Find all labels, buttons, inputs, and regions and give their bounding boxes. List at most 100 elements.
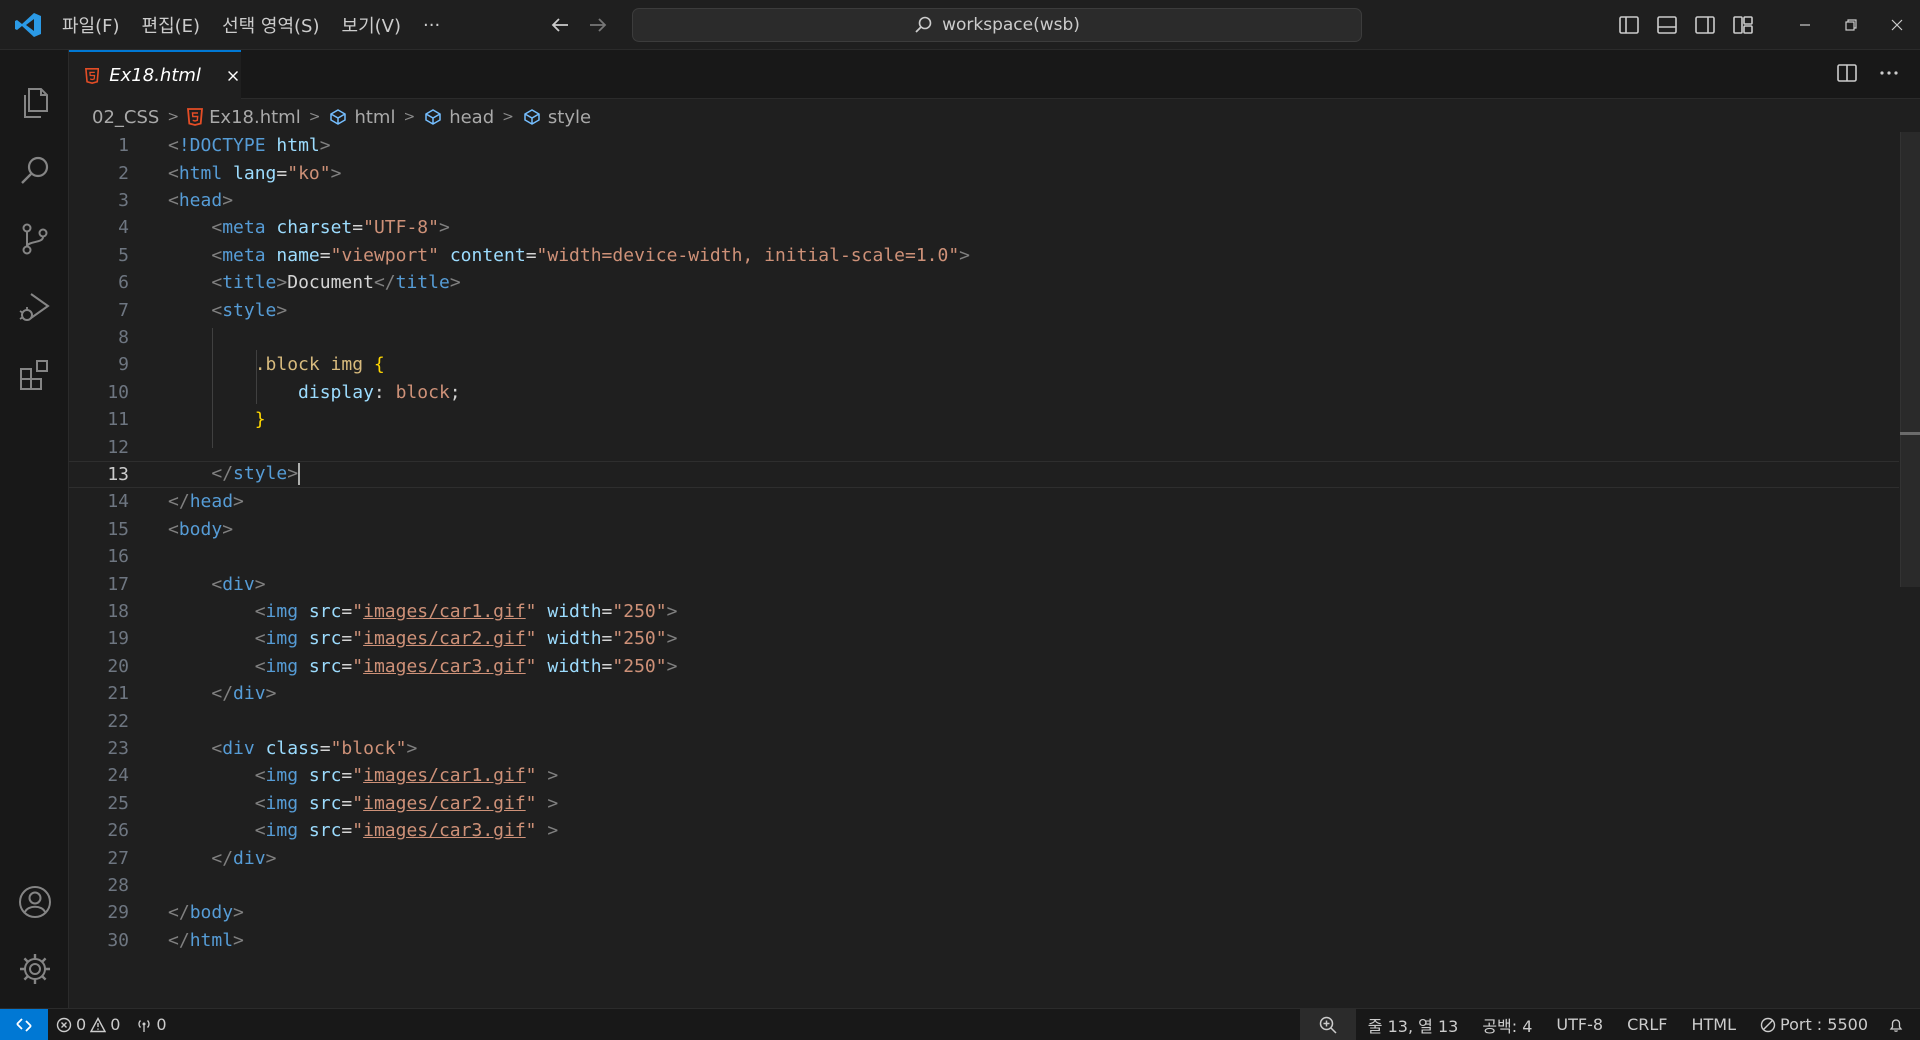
code-line: 27 </div> (69, 844, 1899, 871)
explorer-button[interactable] (0, 71, 69, 135)
remote-indicator-button[interactable] (0, 1008, 48, 1040)
language-mode[interactable]: HTML (1679, 1015, 1748, 1034)
code-text: Document (287, 272, 374, 294)
breadcrumb-folder[interactable]: 02_CSS (92, 107, 159, 128)
cursor-position[interactable]: 줄 13, 열 13 (1356, 1013, 1471, 1037)
breadcrumb-style[interactable]: style (522, 107, 591, 128)
line-number: 14 (107, 491, 129, 513)
line-number: 12 (107, 436, 129, 458)
breadcrumb-file[interactable]: Ex18.html (187, 107, 301, 128)
line-number: 8 (118, 326, 129, 348)
html-file-icon (187, 108, 204, 126)
current-code-line: 13 </style> (69, 460, 1899, 489)
line-number: 2 (118, 162, 129, 184)
code-link[interactable]: images/car3.gif (363, 820, 526, 841)
accounts-button[interactable] (0, 870, 69, 934)
html-file-icon (85, 67, 100, 84)
toggle-panel-icon[interactable] (1656, 14, 1678, 36)
customize-layout-icon[interactable] (1732, 14, 1754, 36)
breadcrumb: 02_CSS > Ex18.html > html > head > style (92, 104, 591, 130)
toggle-primary-sidebar-icon[interactable] (1618, 14, 1640, 36)
zoom-button[interactable] (1299, 1009, 1356, 1040)
back-arrow-icon[interactable] (548, 13, 572, 37)
activity-bar (0, 50, 69, 1008)
warning-count: 0 (110, 1015, 121, 1034)
ports-indicator[interactable]: 0 (128, 1015, 174, 1034)
code-line: 25 <img src="images/car2.gif" > (69, 790, 1899, 817)
vscode-logo-icon[interactable] (14, 12, 42, 38)
code-line: 24 <img src="images/car1.gif" > (69, 762, 1899, 789)
code-line: 3 <head> (69, 187, 1899, 214)
minimize-button[interactable] (1782, 0, 1828, 50)
problems-indicator[interactable]: 0 0 (48, 1015, 128, 1034)
code-string: "viewport" (330, 244, 439, 266)
code-link[interactable]: images/car2.gif (363, 628, 526, 649)
code-line: 29 </body> (69, 899, 1899, 926)
notifications-button[interactable] (1880, 1017, 1920, 1033)
more-actions-icon[interactable] (1878, 62, 1900, 84)
extensions-button[interactable] (0, 343, 69, 407)
tab-ex18-html[interactable]: Ex18.html (69, 50, 241, 99)
menu-file[interactable]: 파일(F) (62, 12, 120, 38)
restore-icon (1845, 19, 1857, 31)
line-number: 11 (107, 409, 129, 431)
forward-arrow-icon[interactable] (586, 13, 610, 37)
code-link[interactable]: images/car1.gif (363, 601, 526, 622)
encoding-setting[interactable]: UTF-8 (1544, 1015, 1615, 1034)
eol-setting[interactable]: CRLF (1615, 1015, 1679, 1034)
line-number: 24 (107, 765, 129, 787)
code-string: "250" (612, 628, 667, 650)
code-line: 6 <title>Document</title> (69, 269, 1899, 296)
chevron-right-icon: > (403, 109, 416, 125)
scrollbar-cursor-marker (1900, 432, 1920, 435)
warning-icon (90, 1016, 107, 1032)
line-number: 16 (107, 546, 129, 568)
code-link[interactable]: images/car1.gif (363, 765, 526, 786)
command-center-search[interactable]: workspace(wsb) (632, 8, 1362, 42)
menu-view[interactable]: 보기(V) (342, 12, 401, 38)
menu-selection[interactable]: 선택 영역(S) (222, 12, 319, 38)
zoom-in-icon (1319, 1016, 1337, 1034)
search-icon (20, 156, 48, 184)
code-link[interactable]: images/car3.gif (363, 656, 526, 677)
line-number: 1 (118, 135, 129, 157)
code-link[interactable]: images/car2.gif (363, 793, 526, 814)
close-icon[interactable] (225, 67, 241, 85)
indentation-setting[interactable]: 공백: 4 (1470, 1013, 1544, 1037)
split-editor-icon[interactable] (1836, 62, 1858, 84)
menu-edit[interactable]: 편집(E) (142, 12, 201, 38)
code-line: 7 <style> (69, 296, 1899, 323)
source-control-button[interactable] (0, 207, 69, 271)
css-value: block (395, 381, 450, 403)
code-line: 14 </head> (69, 488, 1899, 515)
line-number: 25 (107, 792, 129, 814)
code-line: 16 (69, 543, 1899, 570)
code-editor[interactable]: 1 <!DOCTYPE html> 2 <html lang="ko"> 3 <hea… (69, 132, 1899, 1008)
symbol-field-icon (425, 109, 441, 125)
toggle-secondary-sidebar-icon[interactable] (1694, 14, 1716, 36)
code-line: 21 </div> (69, 680, 1899, 707)
menu-more[interactable]: ··· (423, 15, 440, 36)
line-number: 23 (107, 737, 129, 759)
line-number: 3 (118, 189, 129, 211)
line-number: 20 (107, 655, 129, 677)
breadcrumb-html[interactable]: html (328, 107, 395, 128)
manage-button[interactable] (0, 937, 69, 1001)
line-number: 17 (107, 573, 129, 595)
line-number: 27 (107, 847, 129, 869)
minimize-icon (1800, 24, 1810, 26)
code-line: 15 <body> (69, 516, 1899, 543)
navigation-arrows (548, 13, 610, 37)
live-server-port[interactable]: Port : 5500 (1748, 1015, 1880, 1034)
line-number: 19 (107, 628, 129, 650)
restore-button[interactable] (1828, 0, 1874, 50)
code-line: 28 (69, 872, 1899, 899)
close-icon (1891, 19, 1903, 31)
run-debug-button[interactable] (0, 275, 69, 339)
close-window-button[interactable] (1874, 0, 1920, 50)
search-view-button[interactable] (0, 139, 69, 203)
breadcrumb-head[interactable]: head (423, 107, 494, 128)
vertical-scrollbar[interactable] (1900, 132, 1920, 587)
code-line: 11 } (69, 406, 1899, 433)
code-string: "block" (330, 737, 407, 759)
